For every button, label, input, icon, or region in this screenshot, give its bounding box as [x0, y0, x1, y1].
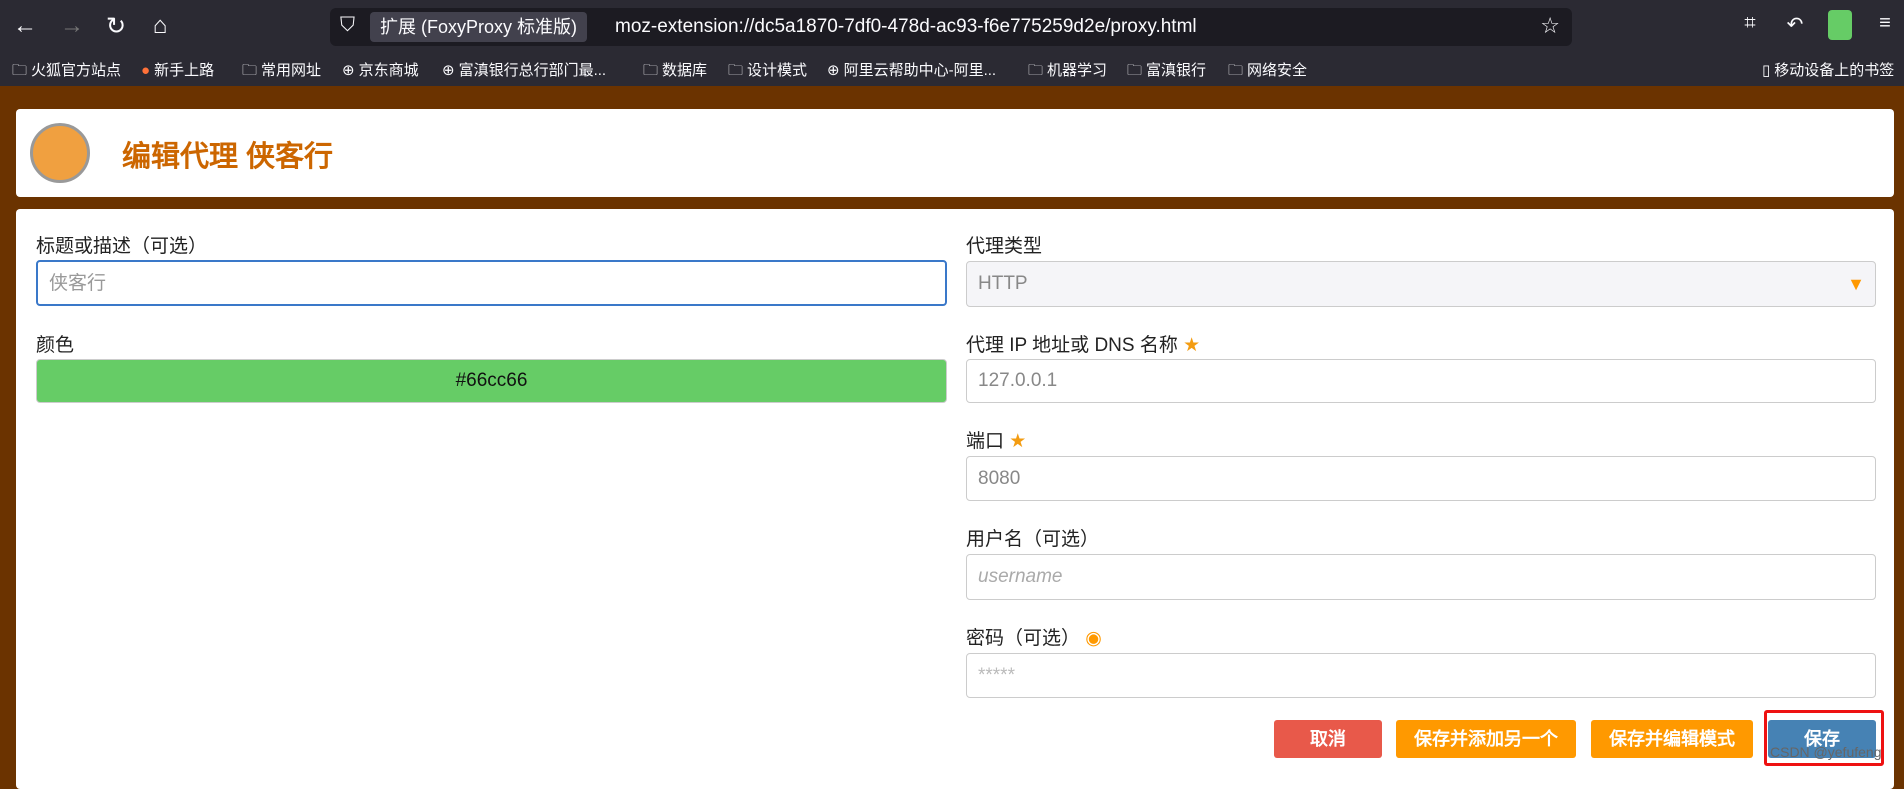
- port-input[interactable]: 8080: [966, 456, 1876, 501]
- mobile-icon: ▯: [1762, 62, 1771, 79]
- foxyproxy-extension-icon[interactable]: [1828, 10, 1852, 40]
- folder-icon: 🗀: [1228, 62, 1244, 79]
- foxyproxy-logo: [30, 123, 90, 183]
- required-star-icon: ★: [1183, 335, 1201, 356]
- globe-icon: ⊕: [827, 62, 840, 79]
- mobile-bookmarks[interactable]: ▯ 移动设备上的书签: [1762, 59, 1894, 80]
- firefox-icon: ●: [141, 62, 151, 79]
- host-input[interactable]: 127.0.0.1: [966, 359, 1876, 403]
- header-card: 编辑代理 侠客行: [16, 109, 1894, 197]
- folder-icon: 🗀: [242, 62, 258, 79]
- bookmark[interactable]: ⊕ 京东商城: [342, 59, 419, 80]
- color-label: 颜色: [36, 335, 75, 356]
- bookmark[interactable]: ⊕ 阿里云帮助中心-阿里...: [827, 59, 996, 80]
- password-input[interactable]: *****: [966, 653, 1876, 698]
- bookmark[interactable]: 🗀 网络安全: [1228, 59, 1307, 85]
- bookmarks-bar: 🗀 火狐官方站点 ● 新手上路 🗀 常用网址 ⊕ 京东商城 ⊕ 富滇银行总行部门最... …: [0, 53, 1904, 86]
- save-edit-patterns-button[interactable]: 保存并编辑模式: [1591, 720, 1753, 758]
- menu-icon[interactable]: ≡: [1870, 12, 1900, 35]
- bookmark[interactable]: 🗀 常用网址: [242, 59, 321, 85]
- bookmark[interactable]: ⊕ 富滇银行总行部门最...: [442, 59, 606, 80]
- save-add-another-button[interactable]: 保存并添加另一个: [1396, 720, 1576, 758]
- browser-toolbar: ← → ↻ ⌂ ⛉ 扩展 (FoxyProxy 标准版) moz-extensi…: [0, 0, 1904, 53]
- port-label: 端口 ★: [966, 431, 1027, 452]
- globe-icon: ⊕: [442, 62, 455, 79]
- bookmark[interactable]: 🗀 设计模式: [728, 59, 807, 85]
- url-bar[interactable]: ⛉ 扩展 (FoxyProxy 标准版) moz-extension://dc5…: [330, 8, 1572, 46]
- host-label: 代理 IP 地址或 DNS 名称 ★: [966, 335, 1201, 356]
- page-title: 编辑代理 侠客行: [122, 141, 334, 173]
- proxy-type-value: HTTP: [978, 273, 1028, 294]
- cancel-button[interactable]: 取消: [1274, 720, 1382, 758]
- home-icon[interactable]: ⌂: [145, 12, 175, 40]
- folder-icon: 🗀: [1127, 62, 1143, 79]
- bookmark[interactable]: ● 新手上路: [141, 59, 214, 80]
- undo-icon[interactable]: ↶: [1780, 12, 1810, 37]
- crop-icon[interactable]: ⌗: [1735, 12, 1765, 35]
- extension-chip[interactable]: 扩展 (FoxyProxy 标准版): [370, 12, 588, 42]
- bookmark-star-icon[interactable]: ☆: [1540, 13, 1560, 39]
- chevron-down-icon: ▼: [1847, 274, 1865, 294]
- username-input[interactable]: username: [966, 554, 1876, 600]
- folder-icon: 🗀: [643, 62, 659, 79]
- extension-chip-label: 扩展 (FoxyProxy 标准版): [380, 17, 578, 37]
- folder-icon: 🗀: [728, 62, 744, 79]
- bookmark[interactable]: 🗀 富滇银行: [1127, 59, 1206, 85]
- shield-icon[interactable]: ⛉: [340, 14, 355, 37]
- username-label: 用户名（可选）: [966, 529, 1100, 550]
- proxy-type-select[interactable]: HTTP ▼: [966, 261, 1876, 307]
- eye-icon[interactable]: ◉: [1085, 628, 1102, 649]
- url-text[interactable]: moz-extension://dc5a1870-7df0-478d-ac93-…: [615, 8, 1197, 46]
- folder-icon: 🗀: [12, 62, 28, 79]
- bookmark[interactable]: 🗀 火狐官方站点: [12, 59, 121, 85]
- globe-icon: ⊕: [342, 62, 355, 79]
- forward-icon[interactable]: →: [57, 12, 87, 40]
- bookmark[interactable]: 🗀 数据库: [643, 59, 707, 85]
- color-picker[interactable]: #66cc66: [36, 359, 947, 403]
- password-label: 密码（可选） ◉: [966, 628, 1102, 649]
- title-input[interactable]: 侠客行: [36, 260, 947, 306]
- type-label: 代理类型: [966, 236, 1043, 257]
- watermark: CSDN @yefufeng: [1770, 744, 1882, 760]
- reload-icon[interactable]: ↻: [101, 12, 131, 41]
- required-star-icon: ★: [1009, 431, 1027, 452]
- folder-icon: 🗀: [1028, 62, 1044, 79]
- title-label: 标题或描述（可选）: [36, 236, 208, 257]
- back-icon[interactable]: ←: [10, 12, 40, 40]
- bookmark[interactable]: 🗀 机器学习: [1028, 59, 1107, 85]
